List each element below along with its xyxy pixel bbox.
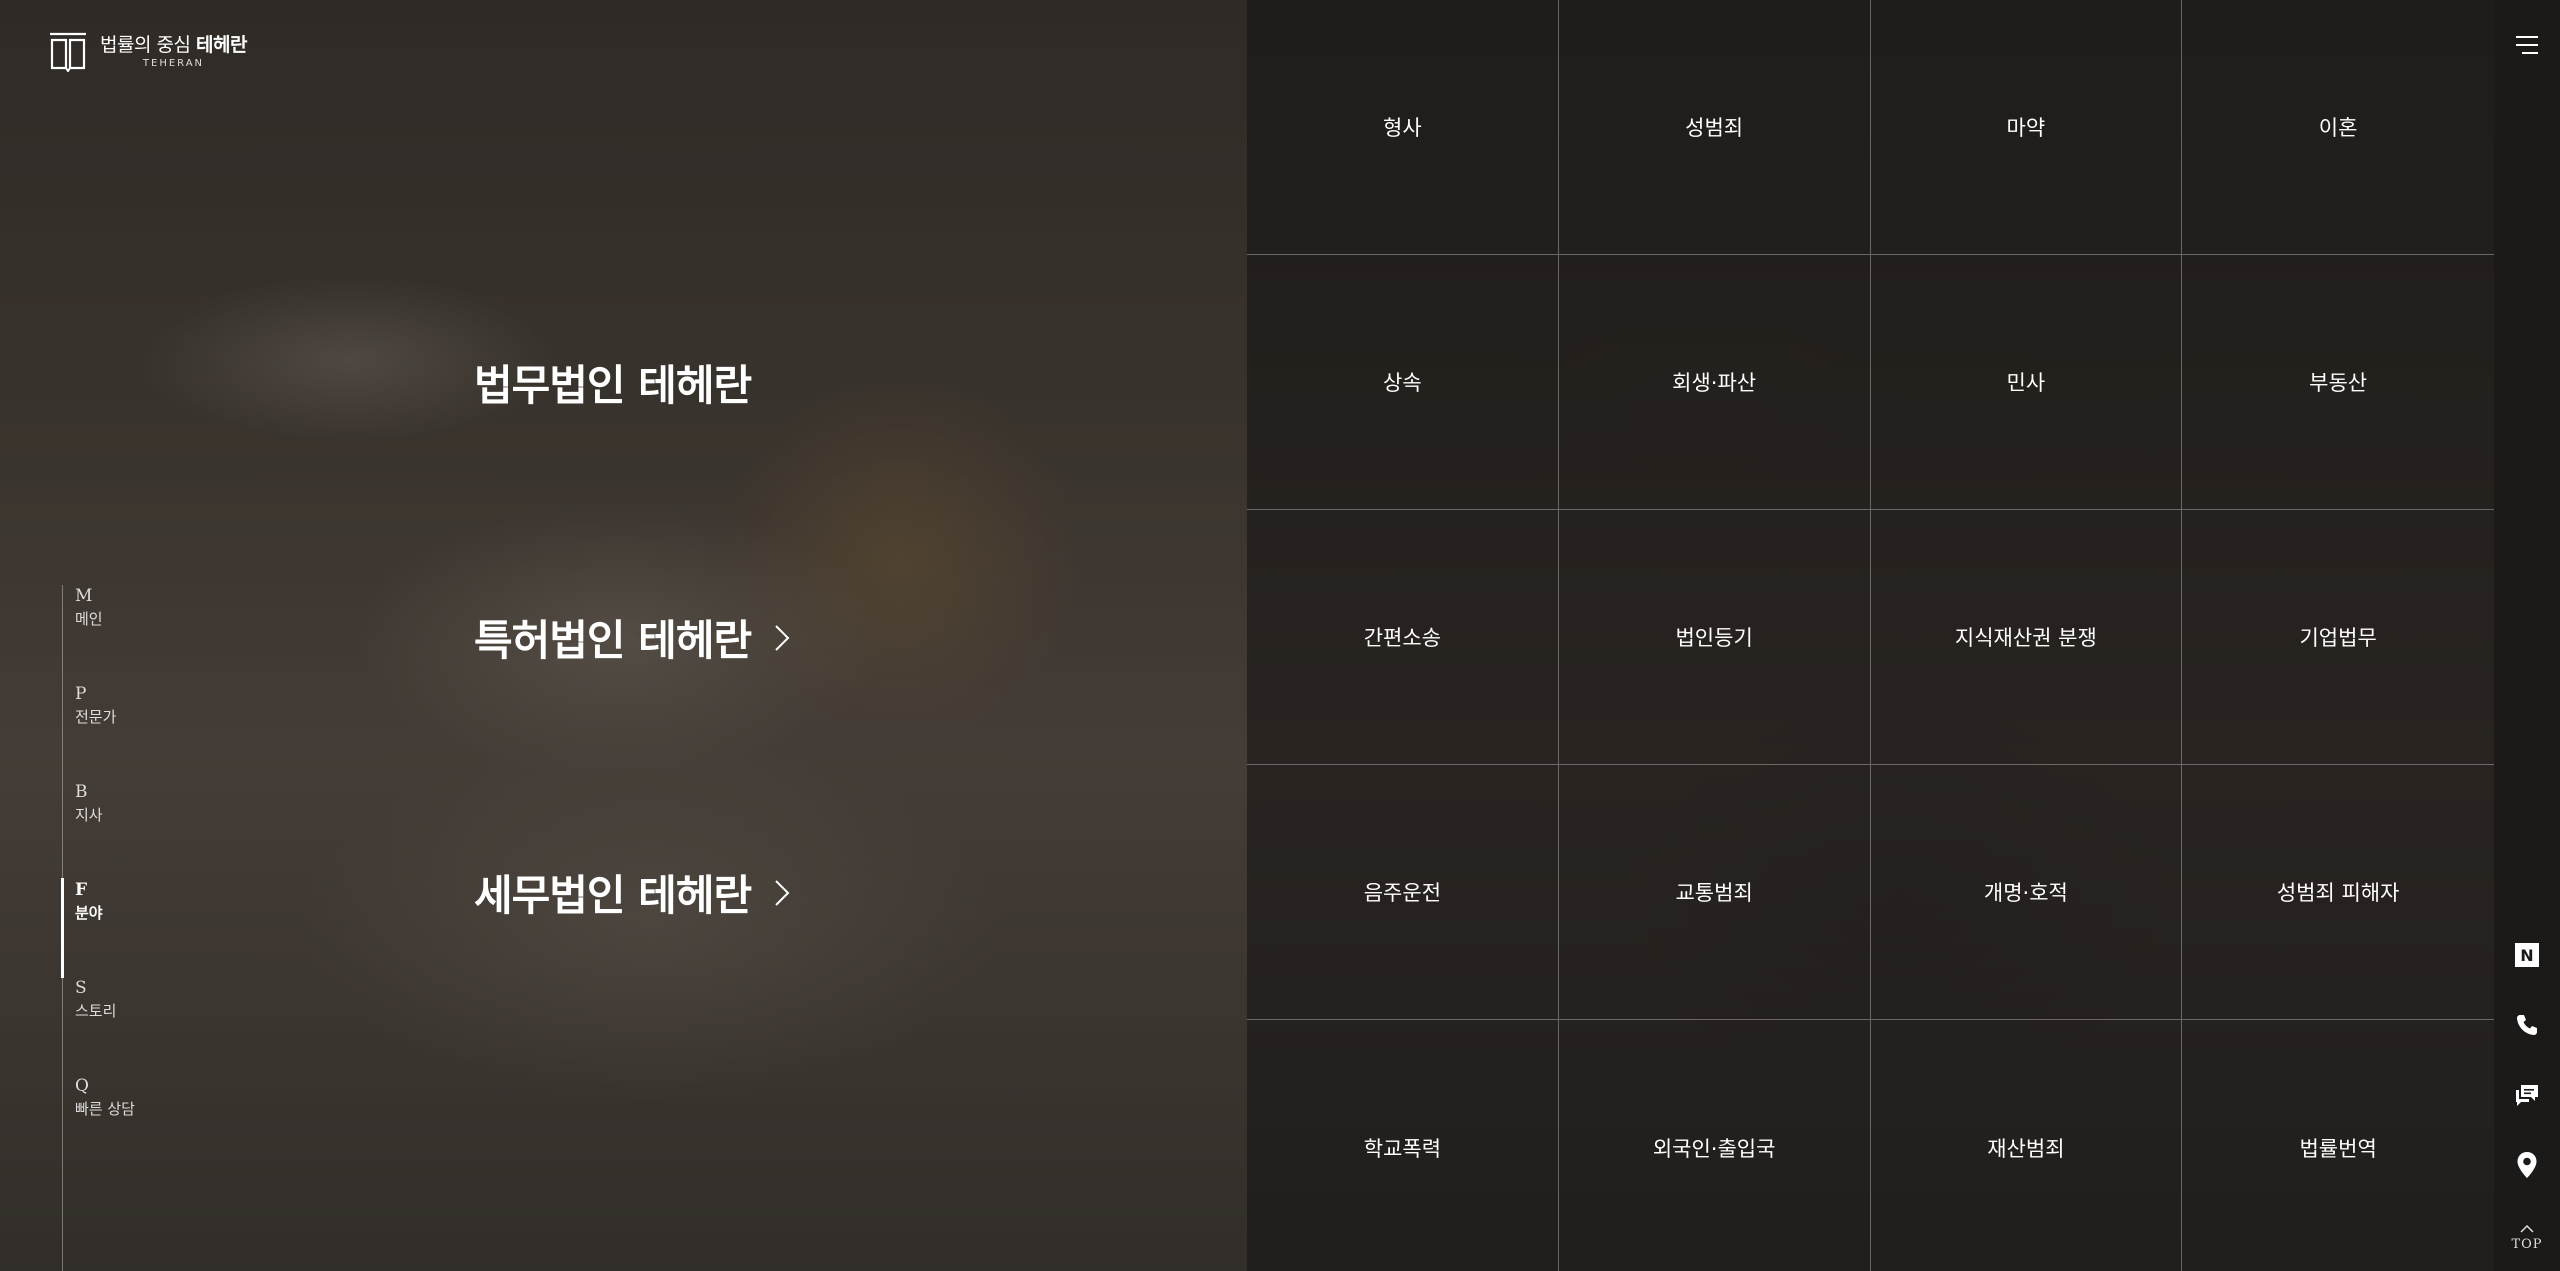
side-nav-letter: F [75, 880, 88, 900]
practice-area-cell[interactable]: 부동산 [2182, 255, 2494, 510]
logo-mark-icon [50, 32, 86, 72]
practice-area-cell[interactable]: 민사 [1870, 255, 2183, 510]
practice-area-cell[interactable]: 상속 [1247, 255, 1559, 510]
side-nav-label: 전문가 [75, 708, 117, 726]
scroll-top-button[interactable]: TOP [2510, 1218, 2544, 1252]
practice-area-cell[interactable]: 회생·파산 [1558, 255, 1871, 510]
practice-area-cell[interactable]: 개명·호적 [1870, 765, 2183, 1020]
chevron-up-icon [2520, 1224, 2534, 1233]
naver-icon[interactable]: N [2512, 940, 2542, 970]
side-nav-item-quick-consult[interactable]: Q 빠른 상담 [75, 1075, 175, 1135]
firm-title: 세무법인 테헤란 [474, 871, 752, 920]
side-nav-active-indicator [61, 878, 64, 978]
side-nav-item-fields[interactable]: F 분야 [75, 879, 175, 939]
side-nav-label: 빠른 상담 [75, 1100, 135, 1118]
logo-brand: 테헤란 [196, 33, 247, 56]
logo[interactable]: 법률의 중심 테헤란 TEHERAN [48, 30, 247, 72]
logo-text: 법률의 중심 테헤란 TEHERAN [100, 34, 247, 69]
phone-icon[interactable] [2512, 1010, 2542, 1040]
firm-link-patent[interactable]: 특허법인 테헤란 [474, 607, 791, 668]
side-nav-label: 지사 [75, 806, 103, 824]
naver-letter: N [2520, 946, 2533, 965]
side-nav-item-branches[interactable]: B 지사 [75, 781, 175, 841]
practice-area-cell[interactable]: 외국인·출입국 [1559, 1020, 1871, 1271]
logo-subtitle: TEHERAN [142, 57, 205, 69]
practice-area-cell[interactable]: 형사 [1247, 0, 1559, 255]
practice-area-cell[interactable]: 재산범죄 [1871, 1020, 2183, 1271]
practice-area-cell[interactable]: 기업법무 [2182, 510, 2494, 765]
practice-area-cell[interactable]: 성범죄 피해자 [2182, 765, 2494, 1020]
side-nav-letter: B [75, 782, 88, 802]
practice-area-cell[interactable]: 이혼 [2182, 0, 2494, 255]
location-pin-icon[interactable] [2512, 1150, 2542, 1180]
side-nav-item-experts[interactable]: P 전문가 [75, 683, 175, 743]
practice-area-cell[interactable]: 교통범죄 [1558, 765, 1871, 1020]
side-nav-label: 메인 [75, 610, 103, 628]
side-nav-letter: P [75, 684, 87, 704]
naver-icon-graphic: N [2515, 943, 2539, 967]
practice-area-cell[interactable]: 간편소송 [1247, 510, 1559, 765]
firm-link-tax[interactable]: 세무법인 테헤란 [474, 862, 791, 923]
logo-title: 법률의 중심 테헤란 [100, 34, 247, 56]
side-nav-letter: S [75, 978, 87, 998]
page: 법률의 중심 테헤란 TEHERAN M 메인 P 전문가 B 지사 F 분야 [0, 0, 2560, 1271]
firm-title: 법무법인 테헤란 [474, 361, 752, 410]
practice-area-cell[interactable]: 학교폭력 [1247, 1020, 1559, 1271]
practice-area-cell[interactable]: 법률번역 [2182, 1020, 2494, 1271]
practice-area-cell[interactable]: 성범죄 [1558, 0, 1871, 255]
chevron-right-icon [775, 879, 790, 906]
side-nav-item-story[interactable]: S 스토리 [75, 977, 175, 1037]
chevron-right-icon [775, 624, 790, 651]
side-nav: M 메인 P 전문가 B 지사 F 분야 S 스토리 Q 빠른 상담 [61, 585, 183, 1271]
chat-icon-graphic [2516, 1085, 2538, 1106]
phone-icon-graphic [2517, 1015, 2537, 1035]
scroll-top-label: TOP [2511, 1237, 2543, 1252]
chat-icon[interactable] [2512, 1080, 2542, 1110]
firm-link-law[interactable]: 법무법인 테헤란 [474, 352, 752, 413]
practice-area-cell[interactable]: 법인등기 [1558, 510, 1871, 765]
side-nav-letter: M [75, 586, 93, 606]
hamburger-menu-icon[interactable] [2516, 34, 2538, 56]
practice-area-cell[interactable]: 음주운전 [1247, 765, 1559, 1020]
side-nav-item-main[interactable]: M 메인 [75, 585, 175, 645]
logo-prefix: 법률의 중심 [100, 33, 191, 56]
firm-title: 특허법인 테헤란 [474, 616, 752, 665]
side-nav-label: 분야 [75, 904, 103, 922]
side-nav-label: 스토리 [75, 1002, 117, 1020]
location-pin-icon-graphic [2517, 1152, 2537, 1178]
practice-area-cell[interactable]: 마약 [1870, 0, 2183, 255]
practice-area-grid: 형사 성범죄 마약 이혼 상속 회생·파산 민사 부동산 간편소송 법인등기 지… [1247, 0, 2494, 1271]
practice-area-cell[interactable]: 지식재산권 분쟁 [1870, 510, 2183, 765]
side-nav-letter: Q [75, 1076, 89, 1096]
